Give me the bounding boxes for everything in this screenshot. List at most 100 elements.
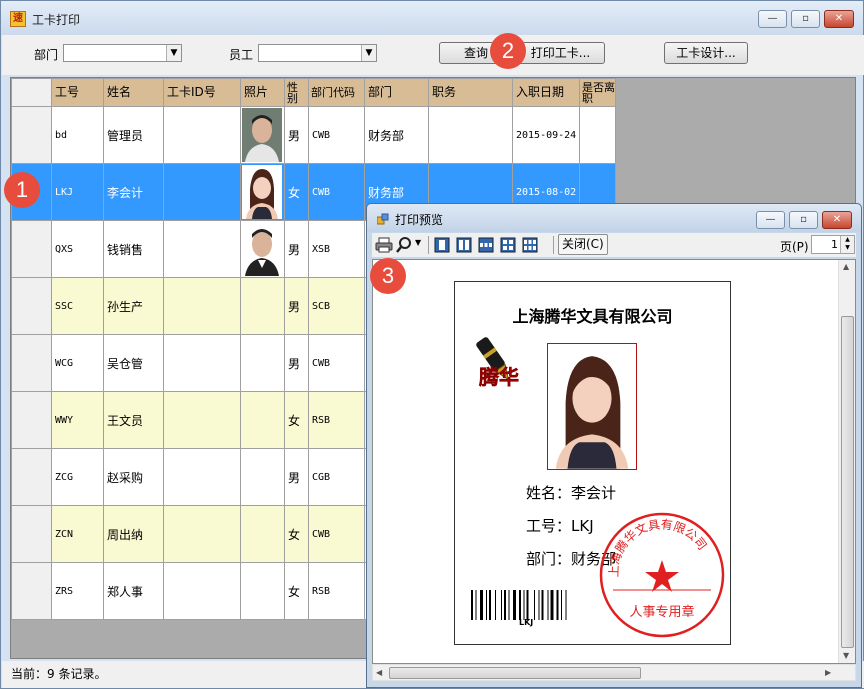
preview-close-button[interactable]: ✕	[822, 211, 852, 229]
cell-gender[interactable]: 女	[284, 163, 309, 221]
chevron-down-icon[interactable]: ▼	[361, 45, 376, 61]
row-header[interactable]	[11, 220, 52, 278]
page-single-icon[interactable]	[433, 236, 451, 254]
cell-dept-code[interactable]: RSB	[308, 562, 365, 620]
card-design-button[interactable]: 工卡设计...	[664, 42, 748, 64]
page-six-icon[interactable]	[521, 236, 539, 254]
cell-card-id[interactable]	[163, 220, 241, 278]
cell-dept-code[interactable]: CWB	[308, 334, 365, 392]
cell-id[interactable]: SSC	[51, 277, 104, 335]
preview-horizontal-scrollbar[interactable]: ◀ ▶	[372, 664, 856, 681]
col-header-card-id[interactable]: 工卡ID号	[163, 78, 241, 107]
cell-photo[interactable]	[240, 334, 285, 392]
printer-icon[interactable]	[375, 236, 393, 254]
page-four-icon[interactable]	[499, 236, 517, 254]
cell-id[interactable]: WWY	[51, 391, 104, 449]
page-two-icon[interactable]	[455, 236, 473, 254]
cell-card-id[interactable]	[163, 334, 241, 392]
table-row[interactable]: bd 管理员 男 CWB 财务部 2015-09-24	[11, 106, 616, 164]
cell-id[interactable]: bd	[51, 106, 104, 164]
page-number-input[interactable]: 1 ▲ ▼	[811, 235, 855, 254]
scroll-up-arrow-icon[interactable]: ▲	[843, 262, 849, 271]
row-header[interactable]	[11, 106, 52, 164]
cell-card-id[interactable]	[163, 448, 241, 506]
cell-name[interactable]: 管理员	[103, 106, 164, 164]
cell-id[interactable]: ZCG	[51, 448, 104, 506]
cell-photo[interactable]	[240, 277, 285, 335]
col-header-left[interactable]: 是否离职	[579, 78, 616, 107]
preview-canvas[interactable]: 上海腾华文具有限公司 腾华 姓名：李会计 工号：LKJ 部门：财务部 LKJ 上…	[372, 259, 856, 664]
cell-gender[interactable]: 男	[284, 334, 309, 392]
scroll-left-arrow-icon[interactable]: ◀	[376, 668, 382, 677]
cell-hire-date[interactable]: 2015-09-24	[512, 106, 580, 164]
cell-name[interactable]: 赵采购	[103, 448, 164, 506]
horizontal-scroll-thumb[interactable]	[389, 667, 641, 679]
cell-name[interactable]: 李会计	[103, 163, 164, 221]
cell-photo[interactable]	[240, 505, 285, 563]
cell-card-id[interactable]	[163, 106, 241, 164]
print-card-button[interactable]: 打印工卡...	[516, 42, 605, 64]
cell-name[interactable]: 钱销售	[103, 220, 164, 278]
cell-dept-code[interactable]: XSB	[308, 220, 365, 278]
scroll-down-arrow-icon[interactable]: ▼	[843, 651, 849, 660]
col-header-photo[interactable]: 照片	[240, 78, 285, 107]
col-header-gender[interactable]: 性别	[284, 78, 309, 107]
cell-photo[interactable]	[240, 163, 285, 221]
cell-gender[interactable]: 女	[284, 505, 309, 563]
cell-card-id[interactable]	[163, 505, 241, 563]
cell-name[interactable]: 郑人事	[103, 562, 164, 620]
row-header[interactable]	[11, 562, 52, 620]
cell-dept-code[interactable]: CGB	[308, 448, 365, 506]
close-button[interactable]: ✕	[824, 10, 854, 28]
scroll-right-arrow-icon[interactable]: ▶	[825, 668, 831, 677]
corner-cell[interactable]	[11, 78, 52, 107]
col-header-id[interactable]: 工号	[51, 78, 104, 107]
staff-combo[interactable]: ▼	[258, 44, 377, 62]
cell-gender[interactable]: 女	[284, 391, 309, 449]
cell-gender[interactable]: 男	[284, 106, 309, 164]
chevron-down-icon[interactable]: ▼	[166, 45, 181, 61]
col-header-dept[interactable]: 部门	[364, 78, 429, 107]
cell-photo[interactable]	[240, 562, 285, 620]
maximize-button[interactable]: ▫	[791, 10, 820, 28]
cell-name[interactable]: 孙生产	[103, 277, 164, 335]
cell-left[interactable]	[579, 106, 616, 164]
row-header[interactable]	[11, 505, 52, 563]
cell-name[interactable]: 周出纳	[103, 505, 164, 563]
cell-dept-code[interactable]: CWB	[308, 106, 365, 164]
cell-dept-code[interactable]: SCB	[308, 277, 365, 335]
cell-id[interactable]: WCG	[51, 334, 104, 392]
cell-gender[interactable]: 男	[284, 277, 309, 335]
cell-name[interactable]: 王文员	[103, 391, 164, 449]
minimize-button[interactable]: —	[758, 10, 787, 28]
cell-photo[interactable]	[240, 106, 285, 164]
vertical-scroll-thumb[interactable]	[841, 316, 854, 648]
cell-dept-code[interactable]: RSB	[308, 391, 365, 449]
col-header-hire-date[interactable]: 入职日期	[512, 78, 580, 107]
cell-card-id[interactable]	[163, 277, 241, 335]
preview-vertical-scrollbar[interactable]: ▲ ▼	[838, 260, 855, 663]
dept-combo[interactable]: ▼	[63, 44, 182, 62]
cell-gender[interactable]: 男	[284, 220, 309, 278]
cell-photo[interactable]	[240, 448, 285, 506]
cell-dept-code[interactable]: CWB	[308, 163, 365, 221]
row-header[interactable]	[11, 391, 52, 449]
cell-photo[interactable]	[240, 220, 285, 278]
cell-card-id[interactable]	[163, 163, 241, 221]
cell-name[interactable]: 吴仓管	[103, 334, 164, 392]
row-header[interactable]	[11, 334, 52, 392]
cell-id[interactable]: LKJ	[51, 163, 104, 221]
cell-dept[interactable]: 财务部	[364, 106, 429, 164]
col-header-name[interactable]: 姓名	[103, 78, 164, 107]
preview-minimize-button[interactable]: —	[756, 211, 785, 229]
cell-gender[interactable]: 女	[284, 562, 309, 620]
cell-id[interactable]: QXS	[51, 220, 104, 278]
cell-id[interactable]: ZCN	[51, 505, 104, 563]
cell-card-id[interactable]	[163, 562, 241, 620]
page-three-icon[interactable]	[477, 236, 495, 254]
preview-close-text-button[interactable]: 关闭(C)	[558, 234, 608, 255]
cell-gender[interactable]: 男	[284, 448, 309, 506]
cell-dept-code[interactable]: CWB	[308, 505, 365, 563]
col-header-title[interactable]: 职务	[428, 78, 513, 107]
cell-id[interactable]: ZRS	[51, 562, 104, 620]
